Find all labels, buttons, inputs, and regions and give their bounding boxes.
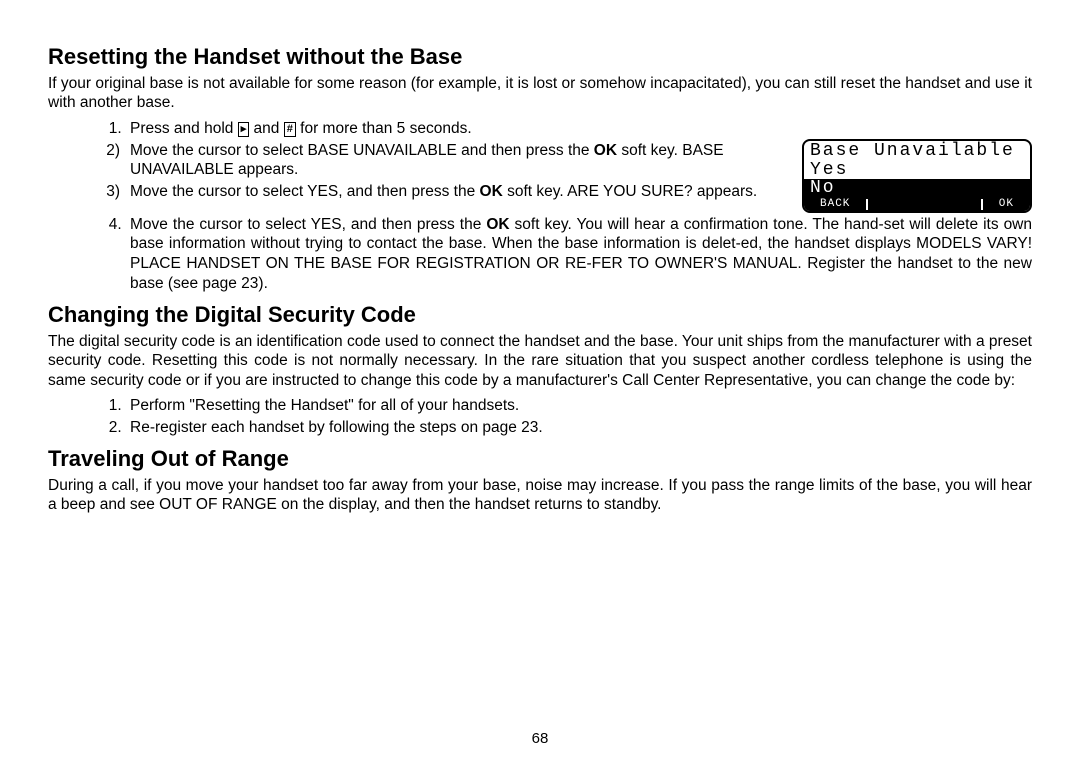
lcd-title: Base Unavailable [804,141,1030,160]
lcd-softkeys: BACK OK [804,198,1030,211]
sec2-step-2: Re-register each handset by following th… [126,418,1032,438]
pound-key-icon: # [284,122,296,137]
intro-reset: If your original base is not available f… [48,74,1032,113]
step-4: Move the cursor to select YES, and then … [126,215,1032,294]
sec2-step-1: Perform "Resetting the Handset" for all … [126,396,1032,416]
steps-reset: Press and hold ▸ and # for more than 5 s… [48,119,1032,294]
step-1: Press and hold ▸ and # for more than 5 s… [126,119,1032,139]
heading-range: Traveling Out of Range [48,446,1032,472]
manual-page: Resetting the Handset without the Base I… [0,0,1080,759]
handset-key-icon: ▸ [238,122,250,137]
lcd-screenshot: Base Unavailable Yes No BACK OK [802,139,1032,213]
step-2-and-3-block: 2) Move the cursor to select BASE UNAVAI… [100,141,1032,213]
softkey-ok: OK [981,199,1030,210]
body-range: During a call, if you move your handset … [48,476,1032,515]
lcd-option-yes: Yes [804,160,1030,179]
lcd-option-no: No [804,179,1030,198]
page-number: 68 [0,730,1080,747]
heading-security: Changing the Digital Security Code [48,302,1032,328]
softkey-back: BACK [804,199,868,210]
heading-reset: Resetting the Handset without the Base [48,44,1032,70]
steps-security: Perform "Resetting the Handset" for all … [48,396,1032,438]
intro-security: The digital security code is an identifi… [48,332,1032,390]
